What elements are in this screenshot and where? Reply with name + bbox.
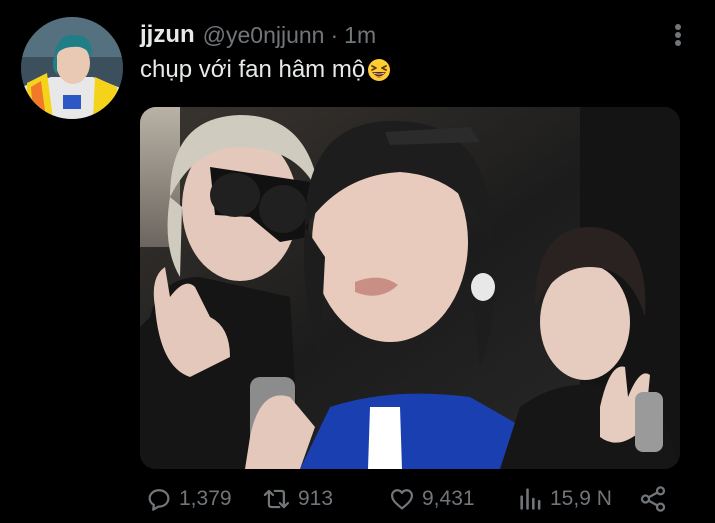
tweet-header: jjzun @ye0njjunn · 1m <box>140 19 376 51</box>
separator-dot: · <box>330 21 339 48</box>
tweet-text: chụp với fan hâm mộ <box>140 56 391 84</box>
reply-icon <box>148 489 170 511</box>
retweet-count: 913 <box>298 487 334 510</box>
views-count: 15,9 N <box>550 487 612 510</box>
more-vertical-icon <box>675 24 681 46</box>
user-handle[interactable]: @ye0njjunn <box>203 22 325 49</box>
more-options-button[interactable] <box>668 20 688 50</box>
tweet-photo[interactable] <box>140 107 680 469</box>
share-icon <box>640 486 666 512</box>
tweet-actions: 1,379 913 9,431 15,9 N <box>140 483 680 515</box>
views-icon <box>520 488 541 510</box>
heart-icon <box>390 489 414 510</box>
views-button[interactable]: 15,9 N <box>518 483 612 515</box>
share-button[interactable] <box>638 483 674 515</box>
reply-button[interactable]: 1,379 <box>145 483 232 515</box>
tweet-text-content: chụp với fan hâm mộ <box>140 56 366 83</box>
avatar[interactable] <box>21 17 123 119</box>
photo-image <box>140 107 680 469</box>
retweet-button[interactable]: 913 <box>262 483 333 515</box>
retweet-icon <box>263 489 290 509</box>
like-button[interactable]: 9,431 <box>388 483 475 515</box>
like-count: 9,431 <box>422 487 475 510</box>
display-name[interactable]: jjzun <box>140 21 195 49</box>
grinning-squinting-face-icon <box>368 59 391 81</box>
reply-count: 1,379 <box>179 487 232 510</box>
timestamp[interactable]: 1m <box>344 22 376 49</box>
